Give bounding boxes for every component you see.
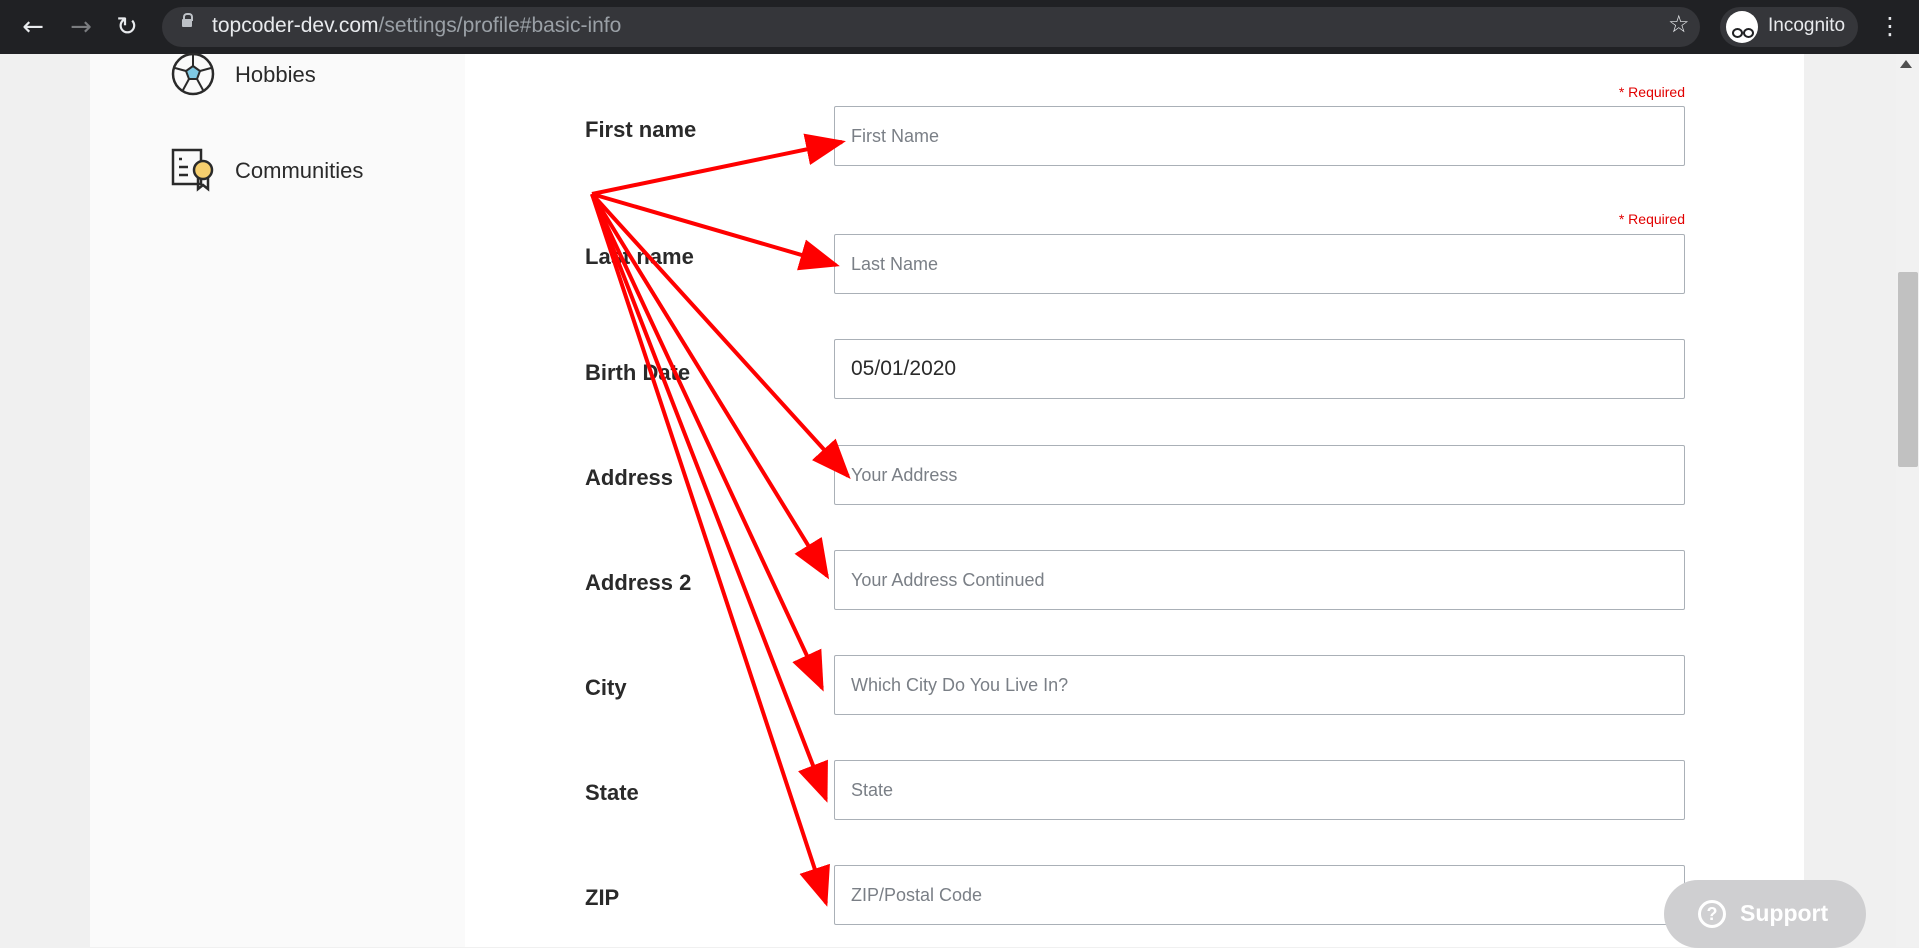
browser-toolbar: ← → ↻ topcoder-dev.com/settings/profile#…	[0, 0, 1919, 54]
scrollbar-thumb[interactable]	[1898, 272, 1918, 467]
support-button[interactable]: ? Support	[1664, 880, 1866, 948]
menu-icon[interactable]: ⋮	[1878, 12, 1902, 40]
url-path: /settings/profile#basic-info	[378, 14, 622, 37]
support-label: Support	[1740, 900, 1829, 926]
url-host: topcoder-dev.com	[212, 14, 379, 37]
last-name-label: Last name	[585, 244, 694, 269]
first-name-label: First name	[585, 117, 697, 142]
address-field[interactable]	[834, 445, 1685, 505]
birth-date-field[interactable]	[834, 339, 1685, 399]
birth-date-label: Birth Date	[585, 360, 691, 385]
communities-icon	[171, 148, 214, 192]
scrollbar[interactable]	[1896, 54, 1919, 947]
forward-icon[interactable]: →	[66, 12, 96, 42]
first-name-field[interactable]	[834, 106, 1685, 166]
zip-field[interactable]	[834, 865, 1685, 925]
sidebar-item-label: Communities	[235, 158, 364, 183]
zip-label: ZIP	[585, 885, 620, 910]
city-field[interactable]	[834, 655, 1685, 715]
state-label: State	[585, 780, 639, 805]
reload-icon[interactable]: ↻	[112, 12, 142, 42]
required-marker-last-name: * Required	[1618, 211, 1685, 227]
url-text[interactable]: topcoder-dev.com/settings/profile#basic-…	[212, 14, 621, 38]
help-icon: ?	[1698, 900, 1726, 928]
required-marker-first-name: * Required	[1618, 84, 1685, 100]
settings-sidebar	[90, 54, 465, 947]
last-name-field[interactable]	[834, 234, 1685, 294]
incognito-label: Incognito	[1768, 15, 1846, 36]
back-icon[interactable]: ←	[18, 12, 48, 42]
star-icon[interactable]: ☆	[1668, 10, 1690, 38]
incognito-icon	[1726, 11, 1758, 43]
state-field[interactable]	[834, 760, 1685, 820]
hobbies-icon	[171, 52, 215, 96]
lock-icon[interactable]	[182, 13, 193, 27]
scroll-up-icon[interactable]	[1900, 60, 1912, 68]
sidebar-item-label: Hobbies	[235, 62, 316, 87]
city-label: City	[585, 675, 627, 700]
address-2-label: Address 2	[585, 570, 692, 595]
address-2-field[interactable]	[834, 550, 1685, 610]
address-label: Address	[585, 465, 674, 490]
